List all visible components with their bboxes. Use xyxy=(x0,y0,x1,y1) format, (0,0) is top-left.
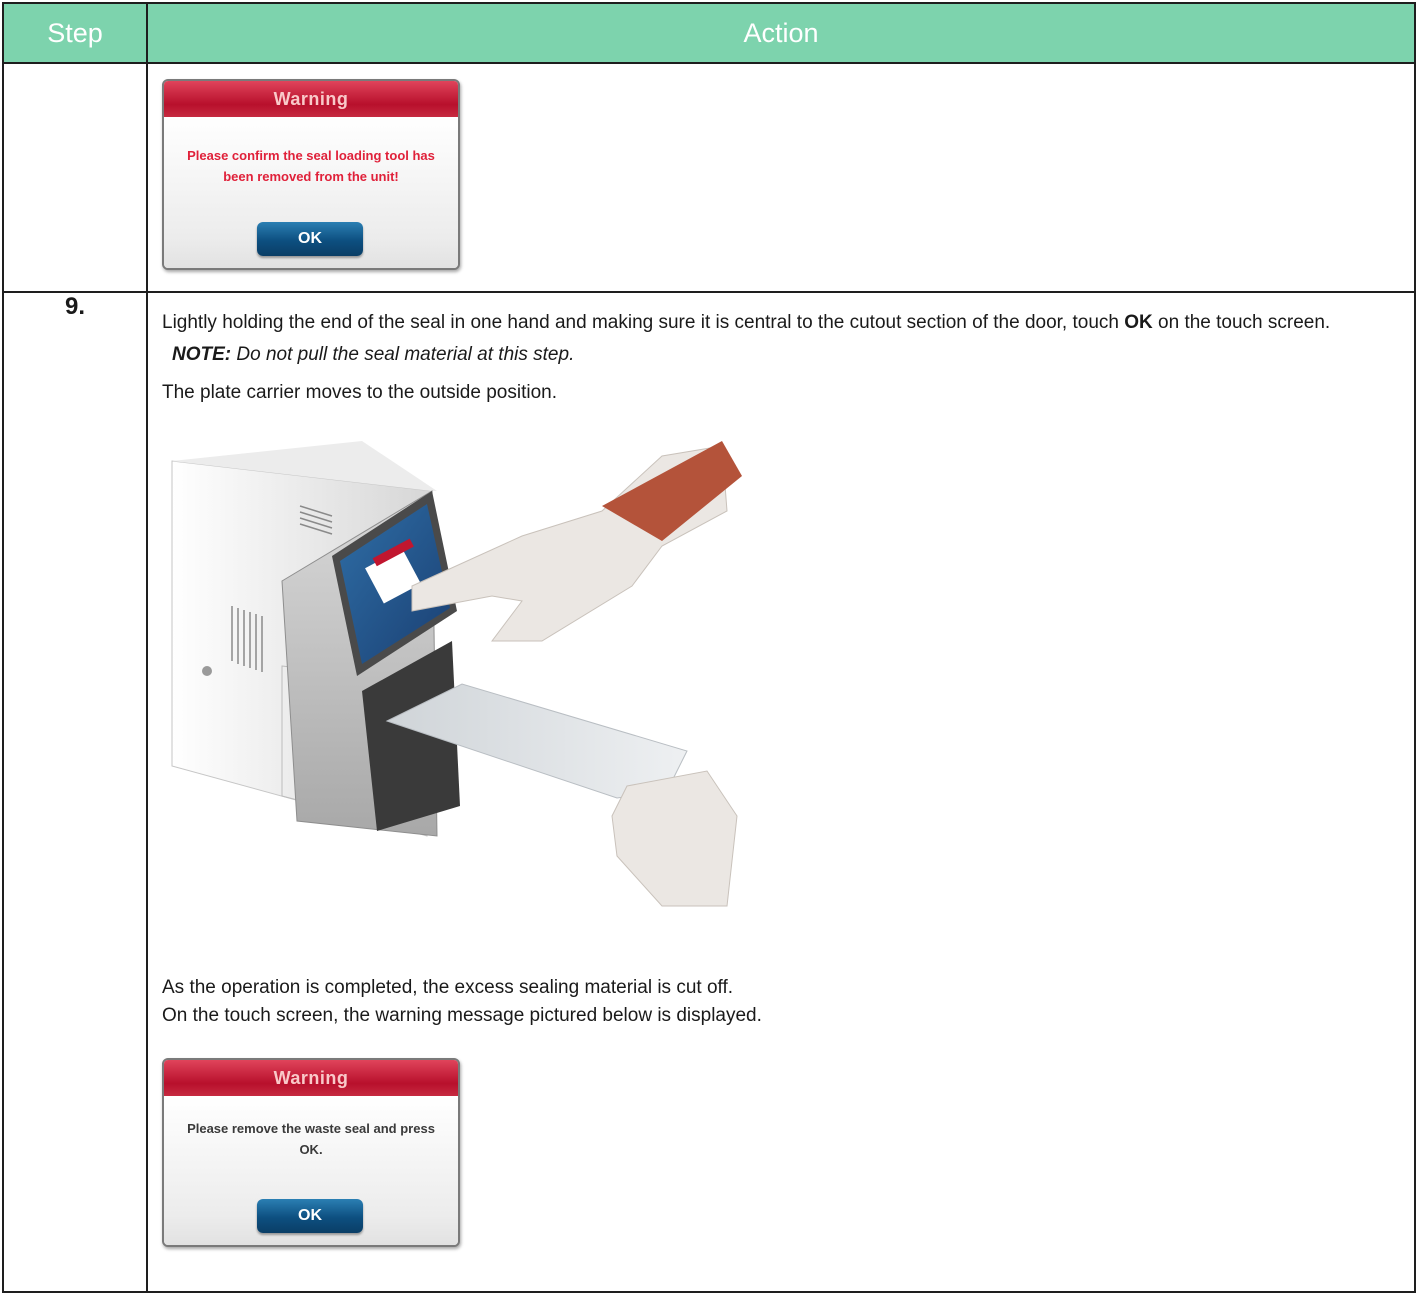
sealer-photo xyxy=(171,441,742,907)
instruction-part: on the touch screen. xyxy=(1152,312,1331,333)
dialog-message-line: Please confirm the seal loading tool has xyxy=(187,148,435,163)
dialog-body: Please remove the waste seal and press O… xyxy=(164,1096,458,1245)
note-text: NOTE: Do not pull the seal material at t… xyxy=(162,340,1400,370)
step-column-header: Step xyxy=(2,2,148,64)
screen-text: On the touch screen, the warning message… xyxy=(162,1005,762,1026)
action-column-header: Action xyxy=(146,2,1416,64)
warning-dialog: Warning Please remove the waste seal and… xyxy=(162,1058,460,1247)
step-number: 9. xyxy=(2,291,148,1293)
instruction-part: Lightly holding the end of the seal in o… xyxy=(162,312,1125,333)
dialog-message-line: Please remove the waste seal and press xyxy=(187,1121,435,1136)
table-row: 9. Lightly holding the end of the seal i… xyxy=(2,291,1416,1293)
note-body: Do not pull the seal material at this st… xyxy=(231,344,575,365)
instruction-text: Lightly holding the end of the seal in o… xyxy=(162,308,1400,338)
table-header-row: Step Action xyxy=(2,2,1416,64)
ok-button[interactable]: OK xyxy=(257,222,363,256)
ok-keyword: OK xyxy=(1124,312,1153,333)
dialog-message-line: been removed from the unit! xyxy=(223,169,399,184)
dialog-title: Warning xyxy=(164,1060,458,1096)
action-cell: Warning Please confirm the seal loading … xyxy=(146,62,1416,293)
action-cell: Lightly holding the end of the seal in o… xyxy=(146,291,1416,1293)
steps-table: Step Action Warning Please confirm the s… xyxy=(2,2,1416,1293)
dialog-message: Please remove the waste seal and press O… xyxy=(164,1096,458,1160)
table-row: Warning Please confirm the seal loading … xyxy=(2,62,1416,293)
warning-dialog: Warning Please confirm the seal loading … xyxy=(162,79,460,270)
note-label: NOTE: xyxy=(172,344,232,365)
dialog-body: Please confirm the seal loading tool has… xyxy=(164,117,458,268)
plate-carrier-text: The plate carrier moves to the outside p… xyxy=(162,382,557,403)
step-number xyxy=(2,62,148,293)
completed-text: As the operation is completed, the exces… xyxy=(162,977,734,998)
dialog-title: Warning xyxy=(164,81,458,117)
dialog-message: Please confirm the seal loading tool has… xyxy=(164,117,458,187)
ok-button[interactable]: OK xyxy=(257,1199,363,1233)
dialog-message-line: OK. xyxy=(299,1142,323,1157)
